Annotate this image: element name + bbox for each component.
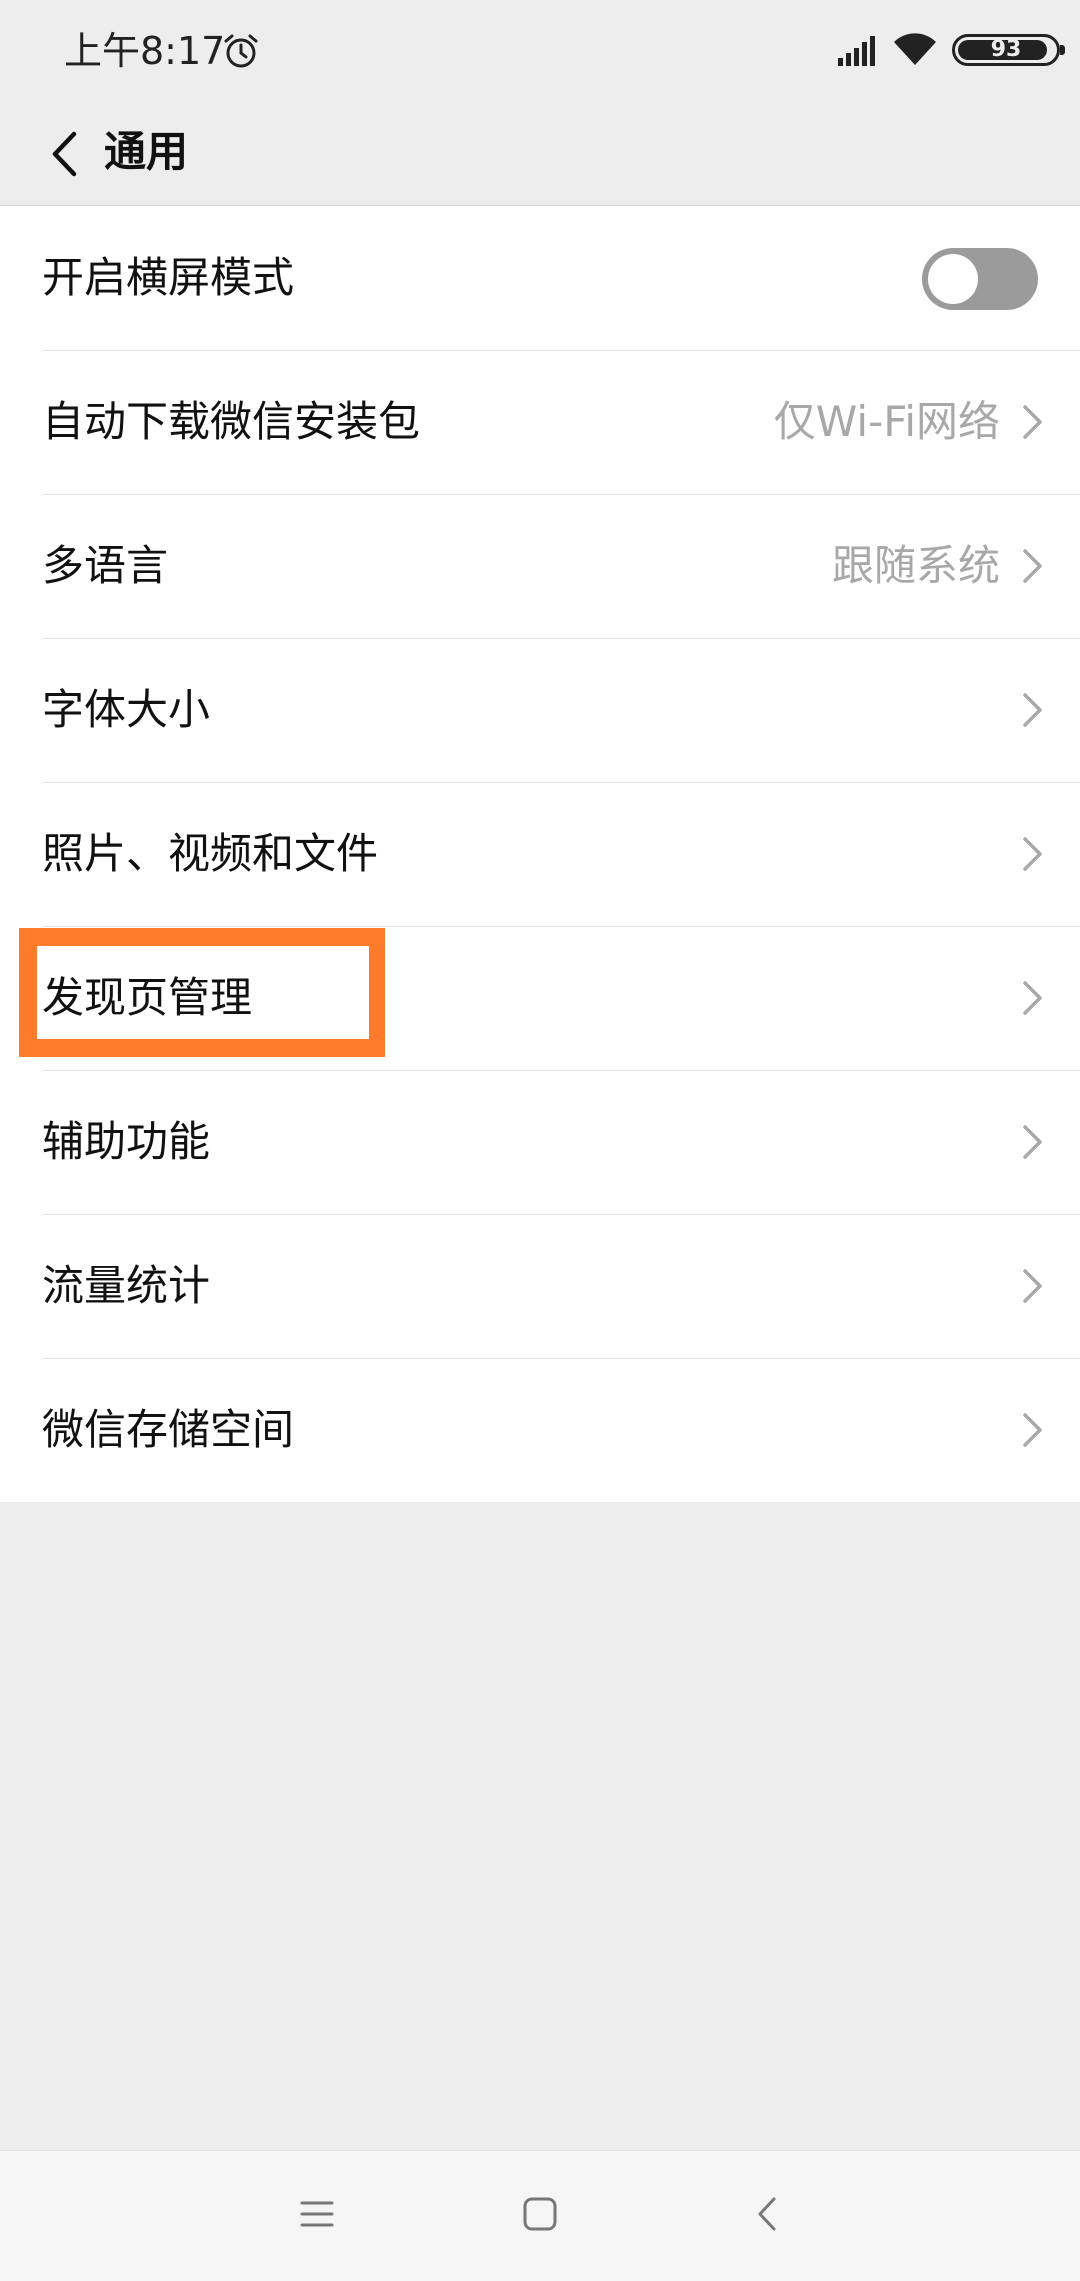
row-font-size[interactable]: 字体大小 xyxy=(0,638,1080,782)
alarm-icon xyxy=(224,34,258,68)
battery-tip xyxy=(1060,45,1065,55)
menu-icon xyxy=(300,2201,334,2227)
row-language[interactable]: 多语言 跟随系统 xyxy=(0,494,1080,638)
chevron-right-icon xyxy=(1023,405,1042,439)
toggle-knob xyxy=(928,254,978,304)
chevron-right-icon xyxy=(1023,981,1042,1015)
back-button[interactable] xyxy=(24,114,104,194)
row-media-files[interactable]: 照片、视频和文件 xyxy=(0,782,1080,926)
row-label: 自动下载微信安装包 xyxy=(42,397,421,446)
chevron-right-icon xyxy=(1023,693,1042,727)
battery-icon: 93 xyxy=(952,34,1065,66)
settings-list: 开启横屏模式 自动下载微信安装包 仅Wi-Fi网络 多语言 跟随系统 字体大小 … xyxy=(0,206,1080,1502)
chevron-right-icon xyxy=(1023,1413,1042,1447)
row-label: 辅助功能 xyxy=(42,1117,211,1166)
row-data-usage[interactable]: 流量统计 xyxy=(0,1214,1080,1358)
home-icon xyxy=(523,2197,557,2231)
status-time: 上午8:17 xyxy=(64,29,226,73)
signal-icon xyxy=(838,36,875,66)
nav-header: 通用 xyxy=(0,100,1080,206)
row-value: 跟随系统 xyxy=(831,541,1000,590)
row-label: 照片、视频和文件 xyxy=(42,829,379,878)
row-auto-download[interactable]: 自动下载微信安装包 仅Wi-Fi网络 xyxy=(0,350,1080,494)
system-back-button[interactable] xyxy=(727,2179,807,2249)
row-storage[interactable]: 微信存储空间 xyxy=(0,1358,1080,1502)
page-title: 通用 xyxy=(104,127,189,176)
chevron-left-icon xyxy=(52,131,77,177)
highlight-box xyxy=(19,928,385,1057)
wifi-icon xyxy=(894,33,936,65)
row-label: 多语言 xyxy=(42,541,169,590)
menu-button[interactable] xyxy=(277,2179,357,2249)
back-icon xyxy=(758,2197,776,2231)
row-value: 仅Wi-Fi网络 xyxy=(773,397,1000,446)
row-label: 开启横屏模式 xyxy=(42,253,295,302)
row-landscape-mode: 开启横屏模式 xyxy=(0,206,1080,350)
status-bar: 上午8:17 93 xyxy=(0,0,1080,100)
chevron-right-icon xyxy=(1023,837,1042,871)
chevron-right-icon xyxy=(1023,1125,1042,1159)
battery-level: 93 xyxy=(990,37,1022,62)
home-button[interactable] xyxy=(500,2179,580,2249)
bottom-nav xyxy=(0,2150,1080,2281)
row-accessibility[interactable]: 辅助功能 xyxy=(0,1070,1080,1214)
row-label: 流量统计 xyxy=(42,1261,211,1310)
landscape-toggle[interactable] xyxy=(922,248,1038,310)
chevron-right-icon xyxy=(1023,1269,1042,1303)
row-label: 微信存储空间 xyxy=(42,1405,295,1454)
row-label: 字体大小 xyxy=(42,685,211,734)
chevron-right-icon xyxy=(1023,549,1042,583)
